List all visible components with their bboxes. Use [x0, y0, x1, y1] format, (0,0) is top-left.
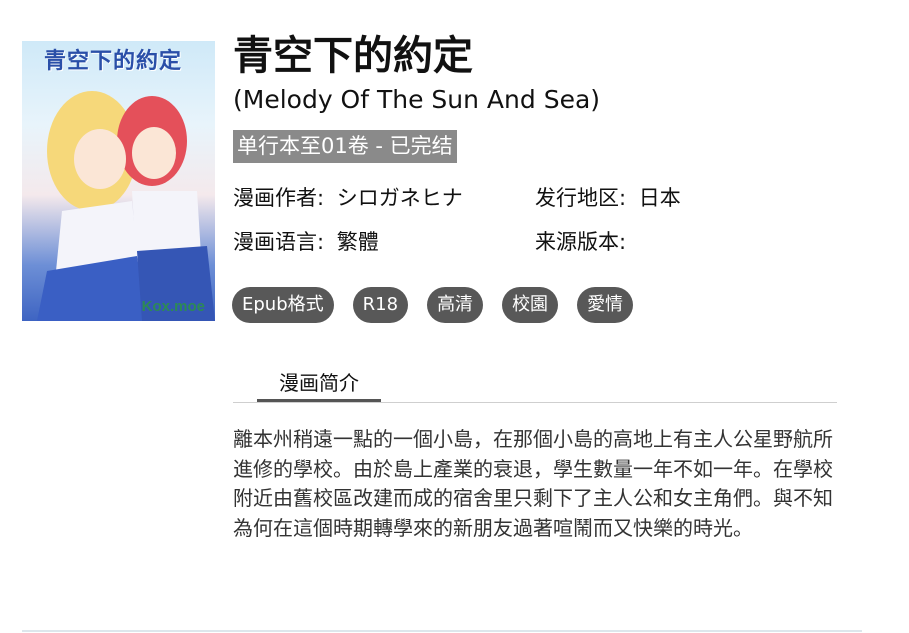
tag-school[interactable]: 校園: [502, 287, 559, 323]
cover-image: 青空下的約定 Kox.moe: [22, 41, 215, 321]
tab-synopsis[interactable]: 漫画简介: [257, 366, 381, 402]
cover-illustration: [37, 91, 215, 321]
page-subtitle: (Melody Of The Sun And Sea): [233, 85, 601, 114]
tab-bar: 漫画简介: [233, 366, 837, 403]
region-label: 发行地区:: [535, 186, 627, 210]
page-title: 青空下的約定: [233, 33, 473, 79]
synopsis-text: 離本州稍遠一點的一個小島，在那個小島的高地上有主人公星野航所進修的學校。由於島上…: [233, 427, 833, 540]
source-label: 来源版本:: [535, 230, 627, 254]
tag-r18[interactable]: R18: [352, 287, 409, 323]
tag-epub[interactable]: Epub格式: [232, 287, 334, 323]
tag-romance[interactable]: 愛情: [577, 287, 634, 323]
region-row: 发行地区: 日本: [535, 184, 681, 212]
cover-title-art: 青空下的約定: [44, 48, 183, 74]
language-value: 繁體: [336, 230, 379, 254]
status-badge: 单行本至01卷 - 已完结: [233, 130, 457, 163]
section-divider: [22, 630, 862, 632]
source-row: 来源版本:: [535, 228, 626, 256]
cover-brand-logo: Kox.moe: [141, 298, 205, 315]
tag-list: Epub格式 R18 高清 校園 愛情: [232, 287, 634, 323]
author-row: 漫画作者: シロガネヒナ: [233, 184, 463, 212]
author-label: 漫画作者:: [233, 186, 325, 210]
tag-hd[interactable]: 高清: [427, 287, 484, 323]
region-value: 日本: [638, 186, 681, 210]
language-label: 漫画语言:: [233, 230, 325, 254]
language-row: 漫画语言: 繁體: [233, 228, 379, 256]
author-value[interactable]: シロガネヒナ: [337, 186, 463, 210]
